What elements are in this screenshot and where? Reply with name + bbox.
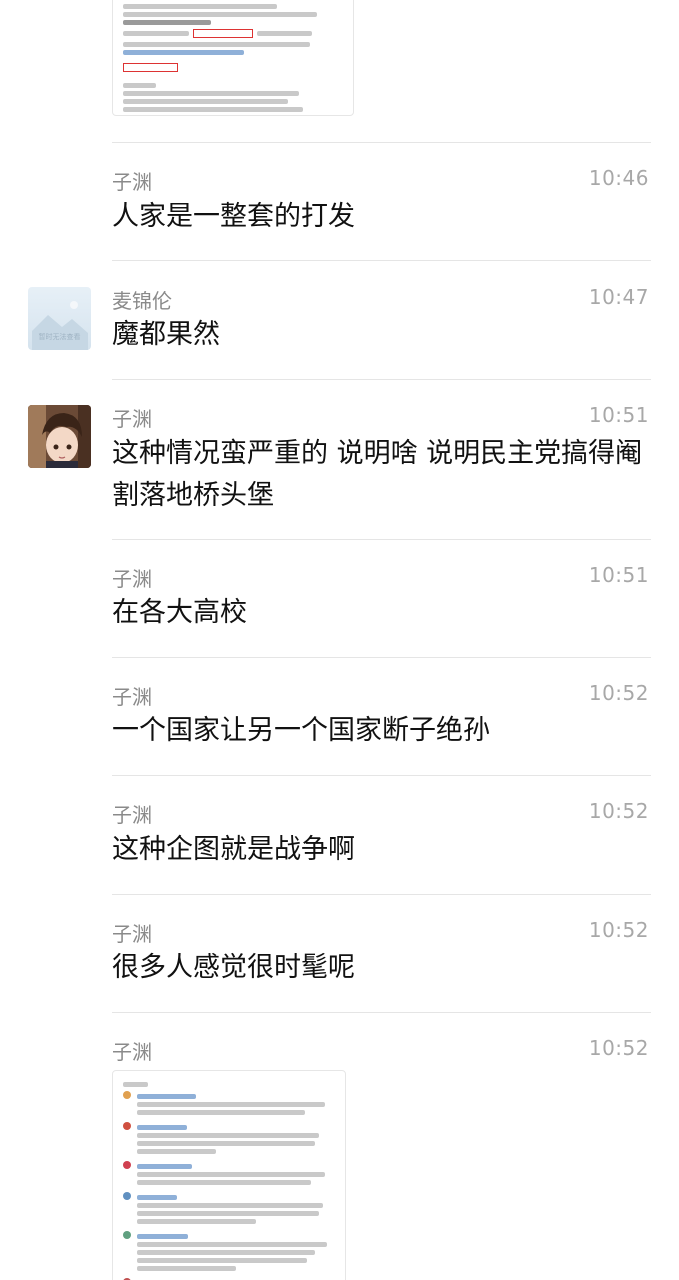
- sender-name[interactable]: 子渊: [112, 1036, 152, 1065]
- avatar-placeholder-text: 暂时无法查看: [38, 333, 81, 341]
- divider: [112, 142, 651, 143]
- sender-name[interactable]: 子渊: [112, 681, 152, 710]
- message-time: 10:52: [588, 681, 649, 705]
- divider: [112, 379, 651, 380]
- message-time: 10:52: [588, 799, 649, 823]
- shared-screenshot-image[interactable]: [112, 0, 354, 116]
- avatar[interactable]: 暂时无法查看: [28, 287, 91, 350]
- message-text[interactable]: 一个国家让另一个国家断子绝孙: [112, 710, 652, 752]
- sender-name[interactable]: 子渊: [112, 918, 152, 947]
- message-text[interactable]: 魔都果然: [112, 314, 652, 356]
- sender-name[interactable]: 子渊: [112, 563, 152, 592]
- message-time: 10:52: [588, 1036, 649, 1060]
- sender-name[interactable]: 麦锦伦: [112, 285, 172, 314]
- sender-name[interactable]: 子渊: [112, 799, 152, 828]
- divider: [112, 1012, 651, 1013]
- message-text[interactable]: 这种情况蛮严重的 说明啥 说明民主党搞得阉割落地桥头堡: [112, 433, 652, 517]
- anime-character-icon: [28, 405, 91, 468]
- divider: [112, 894, 651, 895]
- message-text[interactable]: 在各大高校: [112, 592, 652, 634]
- shared-screenshot-image[interactable]: [112, 1070, 346, 1280]
- divider: [112, 657, 651, 658]
- divider: [112, 260, 651, 261]
- message-time: 10:51: [588, 563, 649, 587]
- message-time: 10:52: [588, 918, 649, 942]
- divider: [112, 539, 651, 540]
- message-time: 10:46: [588, 166, 649, 190]
- message-text[interactable]: 人家是一整套的打发: [112, 196, 652, 238]
- message-text[interactable]: 很多人感觉很时髦呢: [112, 947, 652, 989]
- sender-name[interactable]: 子渊: [112, 166, 152, 195]
- message-time: 10:47: [588, 285, 649, 309]
- message-time: 10:51: [588, 403, 649, 427]
- divider: [112, 775, 651, 776]
- avatar[interactable]: [28, 405, 91, 468]
- message-text[interactable]: 这种企图就是战争啊: [112, 829, 652, 871]
- sender-name[interactable]: 子渊: [112, 403, 152, 432]
